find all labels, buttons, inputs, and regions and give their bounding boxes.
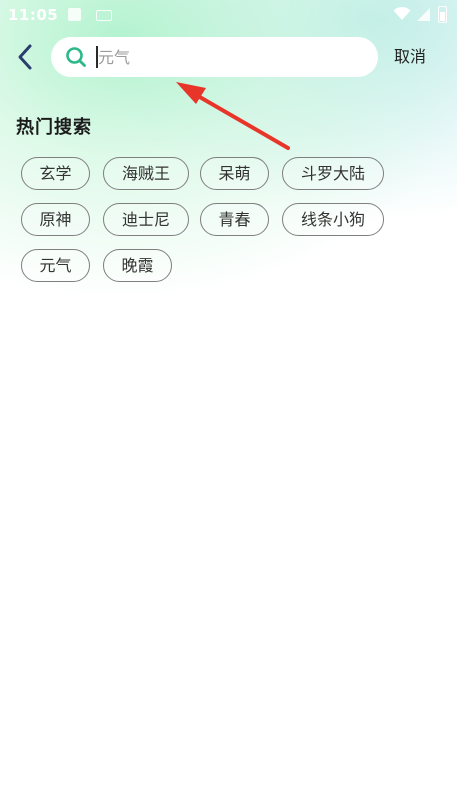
hot-search-tag[interactable]: 海贼王 xyxy=(103,157,189,190)
search-icon xyxy=(66,47,86,67)
hot-search-tag[interactable]: 玄学 xyxy=(21,157,90,190)
hot-search-tag[interactable]: 元气 xyxy=(21,249,90,282)
cancel-button[interactable]: 取消 xyxy=(384,42,436,72)
hot-search-tag[interactable]: 呆萌 xyxy=(200,157,269,190)
search-input[interactable] xyxy=(98,42,358,72)
signal-icon xyxy=(417,8,430,21)
battery-icon xyxy=(438,6,447,23)
hot-search-tag[interactable]: 迪士尼 xyxy=(103,203,189,236)
notification-a-icon xyxy=(68,8,81,21)
status-time: 11:05 xyxy=(8,6,59,24)
search-screen: 11:05 取消 热门搜索 玄学 海贼王 呆萌 斗罗大 xyxy=(0,0,457,812)
back-button[interactable] xyxy=(10,40,40,74)
wifi-icon xyxy=(393,6,411,20)
status-bar: 11:05 xyxy=(0,0,457,30)
hot-search-tag[interactable]: 线条小狗 xyxy=(282,203,384,236)
search-box[interactable] xyxy=(51,37,378,77)
keyboard-icon xyxy=(96,10,112,21)
annotation-arrow-icon xyxy=(176,82,290,150)
hot-search-tag[interactable]: 青春 xyxy=(200,203,269,236)
hot-search-tag[interactable]: 原神 xyxy=(21,203,90,236)
hot-search-tag[interactable]: 晚霞 xyxy=(103,249,172,282)
chevron-left-icon xyxy=(18,44,32,70)
hot-search-title: 热门搜索 xyxy=(16,117,92,138)
hot-search-tag[interactable]: 斗罗大陆 xyxy=(282,157,384,190)
text-cursor xyxy=(96,46,98,68)
